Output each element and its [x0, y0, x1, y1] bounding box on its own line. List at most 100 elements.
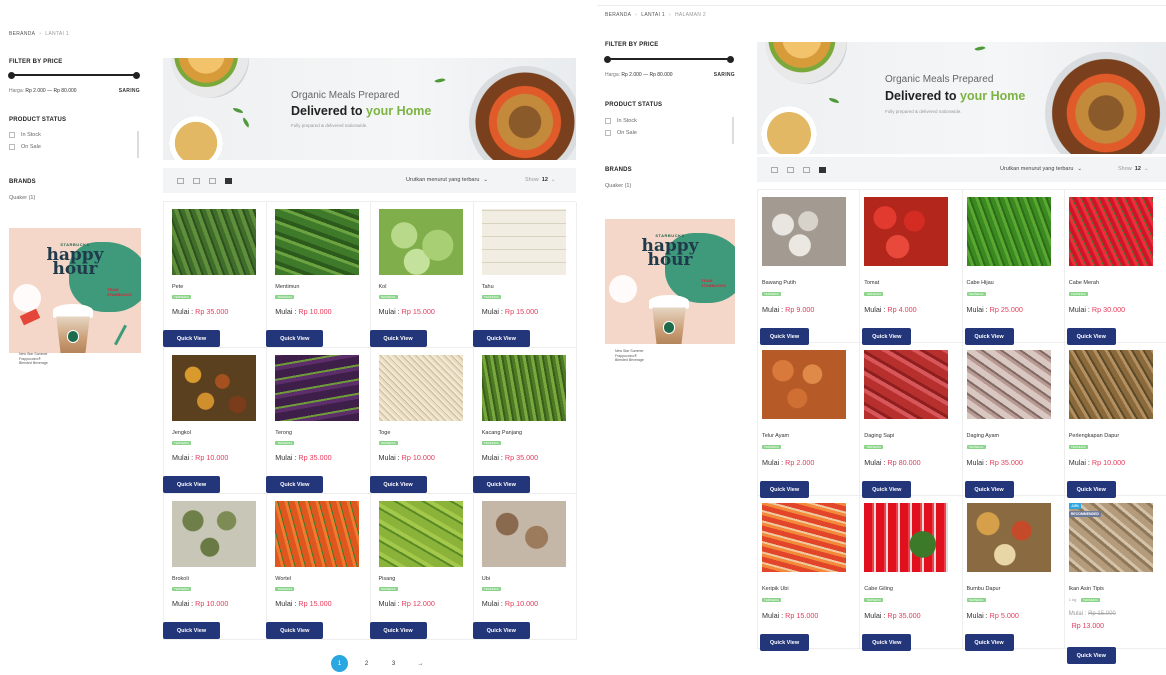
grid-2-icon[interactable]: [787, 166, 794, 173]
promo-banner[interactable]: STARBUCKS happy hour TEAM STARBUCKS: [9, 228, 141, 353]
product-image[interactable]: [864, 350, 949, 419]
product-image[interactable]: [864, 197, 949, 266]
quick-view-button[interactable]: Quick View: [369, 622, 427, 639]
product-name[interactable]: Toge: [379, 430, 391, 436]
product-card-daging-sapi[interactable]: Daging Sapi TERSEDIA Mulai : Rp 80.000 Quic…: [860, 343, 963, 498]
product-name[interactable]: Pisang: [379, 576, 396, 582]
product-card-perlengkapan-dapur[interactable]: Perlengkapan Dapur TERSEDIA Mulai : Rp 10.…: [1064, 343, 1166, 498]
status-scrollbar[interactable]: [137, 131, 139, 158]
product-image[interactable]: [1068, 197, 1153, 266]
price-slider-min-handle[interactable]: [604, 55, 611, 63]
price-slider-min-handle[interactable]: [8, 71, 15, 79]
product-card-bumbu-dapur[interactable]: Bumbu Dapur TERSEDIA Mulai : Rp 5.000 Quick…: [962, 496, 1065, 651]
product-card-telur-ayam[interactable]: Telur Ayam TERSEDIA Mulai : Rp 2.000 Quick …: [758, 343, 861, 498]
product-card-toge[interactable]: Toge TERSEDIA Mulai : Rp 10.000 Quick View: [369, 348, 474, 494]
product-card-brokoli[interactable]: Brokoli TERSEDIA Mulai : Rp 10.000 Quick Vi…: [163, 494, 268, 640]
product-card-pisang[interactable]: Pisang TERSEDIA Mulai : Rp 12.000 Quick Vie…: [369, 494, 474, 640]
price-slider[interactable]: [604, 55, 734, 63]
product-name[interactable]: Cabe Hijau: [967, 280, 994, 286]
product-card-cabe-giling[interactable]: Cabe Giling TERSEDIA Mulai : Rp 35.000 Quic…: [860, 496, 963, 651]
price-slider[interactable]: [8, 71, 140, 79]
grid-2-icon[interactable]: [193, 177, 200, 184]
quick-view-button[interactable]: Quick View: [472, 476, 530, 493]
product-image[interactable]: [762, 503, 846, 572]
status-in-stock[interactable]: In Stock: [9, 129, 41, 141]
grid-4-icon[interactable]: [225, 177, 232, 184]
breadcrumb-level[interactable]: LANTAI 1: [641, 12, 665, 18]
grid-4-icon[interactable]: [819, 166, 826, 173]
product-card-daging-ayam[interactable]: Daging Ayam TERSEDIA Mulai : Rp 35.000 Quic…: [962, 343, 1065, 498]
product-card-tomat[interactable]: Tomat TERSEDIA Mulai : Rp 4.000 Quick View: [860, 190, 963, 345]
product-image[interactable]: [172, 355, 256, 421]
product-card-wortel[interactable]: Wortel TERSEDIA Mulai : Rp 15.000 Quick Vie…: [266, 494, 371, 640]
quick-view-button[interactable]: Quick View: [862, 634, 912, 651]
product-name[interactable]: Ikan Asin Tipis: [1069, 586, 1104, 592]
show-count-select[interactable]: Show 12 ⌄: [1118, 166, 1149, 172]
product-name[interactable]: Daging Sapi: [864, 433, 894, 439]
product-name[interactable]: Bawang Putih: [762, 280, 796, 286]
brand-quaker[interactable]: Quaker (1): [605, 183, 631, 189]
product-card-cabe-hijau[interactable]: Cabe Hijau TERSEDIA Mulai : Rp 25.000 Quick…: [962, 190, 1065, 345]
status-on-sale[interactable]: On Sale: [9, 141, 41, 153]
product-card-keripik-ubi[interactable]: Keripik Ubi TERSEDIA Mulai : Rp 15.000 Quic…: [758, 496, 861, 651]
list-view-icon[interactable]: [771, 166, 778, 173]
product-image[interactable]: [172, 209, 256, 275]
product-card-pete[interactable]: Pete TERSEDIA Mulai : Rp 35.000 Quick View: [163, 202, 268, 348]
product-image[interactable]: [172, 501, 256, 567]
status-in-stock[interactable]: In Stock: [605, 115, 637, 127]
product-name[interactable]: Wortel: [275, 576, 291, 582]
quick-view-button[interactable]: Quick View: [369, 476, 427, 493]
quick-view-button[interactable]: Quick View: [163, 622, 220, 639]
price-slider-max-handle[interactable]: [727, 55, 734, 63]
status-scrollbar[interactable]: [732, 117, 734, 144]
product-image[interactable]: [481, 209, 566, 275]
breadcrumb-home[interactable]: BERANDA: [9, 31, 35, 37]
product-image[interactable]: [275, 209, 360, 275]
product-image[interactable]: [966, 350, 1051, 419]
checkbox-icon[interactable]: [9, 132, 15, 138]
filter-button[interactable]: SARING: [714, 72, 735, 78]
quick-view-button[interactable]: Quick View: [266, 330, 324, 347]
product-name[interactable]: Kol: [379, 284, 387, 290]
product-name[interactable]: Cabe Merah: [1069, 280, 1099, 286]
hero-banner[interactable]: Organic Meals Prepared Delivered to your…: [163, 58, 576, 160]
product-image[interactable]: [275, 501, 360, 567]
product-name[interactable]: Kacang Panjang: [482, 430, 522, 436]
quick-view-button[interactable]: Quick View: [472, 622, 530, 639]
quick-view-button[interactable]: Quick View: [1066, 647, 1116, 664]
product-card-jengkol[interactable]: Jengkol TERSEDIA Mulai : Rp 10.000 Quick Vi…: [163, 348, 268, 494]
product-name[interactable]: Ubi: [482, 576, 490, 582]
product-name[interactable]: Brokoli: [172, 576, 189, 582]
product-image[interactable]: [762, 350, 846, 419]
sort-select[interactable]: Urutkan menurut yang terbaru ⌄: [1000, 166, 1082, 172]
status-on-sale[interactable]: On Sale: [605, 127, 637, 139]
product-name[interactable]: Bumbu Dapur: [967, 586, 1001, 592]
product-image[interactable]: [864, 503, 949, 572]
grid-3-icon[interactable]: [803, 166, 810, 173]
quick-view-button[interactable]: Quick View: [964, 634, 1014, 651]
product-name[interactable]: Keripik Ubi: [762, 586, 789, 592]
promo-banner[interactable]: STARBUCKS happy hour TEAM STARBUCKS: [605, 219, 735, 344]
product-image[interactable]: [378, 209, 463, 275]
product-name[interactable]: Perlengkapan Dapur: [1069, 433, 1119, 439]
product-image[interactable]: [762, 197, 846, 266]
product-card-kacang-panjang[interactable]: Kacang Panjang TERSEDIA Mulai : Rp 35.000 Q…: [472, 348, 577, 494]
product-image[interactable]: [378, 355, 463, 421]
product-image[interactable]: [275, 355, 360, 421]
product-image[interactable]: [1068, 350, 1153, 419]
product-name[interactable]: Telur Ayam: [762, 433, 789, 439]
product-name[interactable]: Mentimun: [275, 284, 299, 290]
product-name[interactable]: Jengkol: [172, 430, 191, 436]
list-view-icon[interactable]: [177, 177, 184, 184]
quick-view-button[interactable]: Quick View: [472, 330, 530, 347]
product-name[interactable]: Terong: [275, 430, 292, 436]
next-page-arrow-icon[interactable]: →: [412, 655, 429, 672]
product-card-bawang-putih[interactable]: Bawang Putih TERSEDIA Mulai : Rp 9.000 Quic…: [758, 190, 861, 345]
product-image[interactable]: [481, 501, 566, 567]
product-image[interactable]: [966, 197, 1051, 266]
filter-button[interactable]: SARING: [119, 88, 140, 94]
product-card-mentimun[interactable]: Mentimun TERSEDIA Mulai : Rp 10.000 Quick V…: [266, 202, 371, 348]
quick-view-button[interactable]: Quick View: [369, 330, 427, 347]
product-card-ikan-asin-tipis[interactable]: Ikan Asin Tipis -13% RECOMMENDED 1 kg TERSED…: [1064, 496, 1166, 664]
product-card-terong[interactable]: Terong TERSEDIA Mulai : Rp 35.000 Quick Vie…: [266, 348, 371, 494]
